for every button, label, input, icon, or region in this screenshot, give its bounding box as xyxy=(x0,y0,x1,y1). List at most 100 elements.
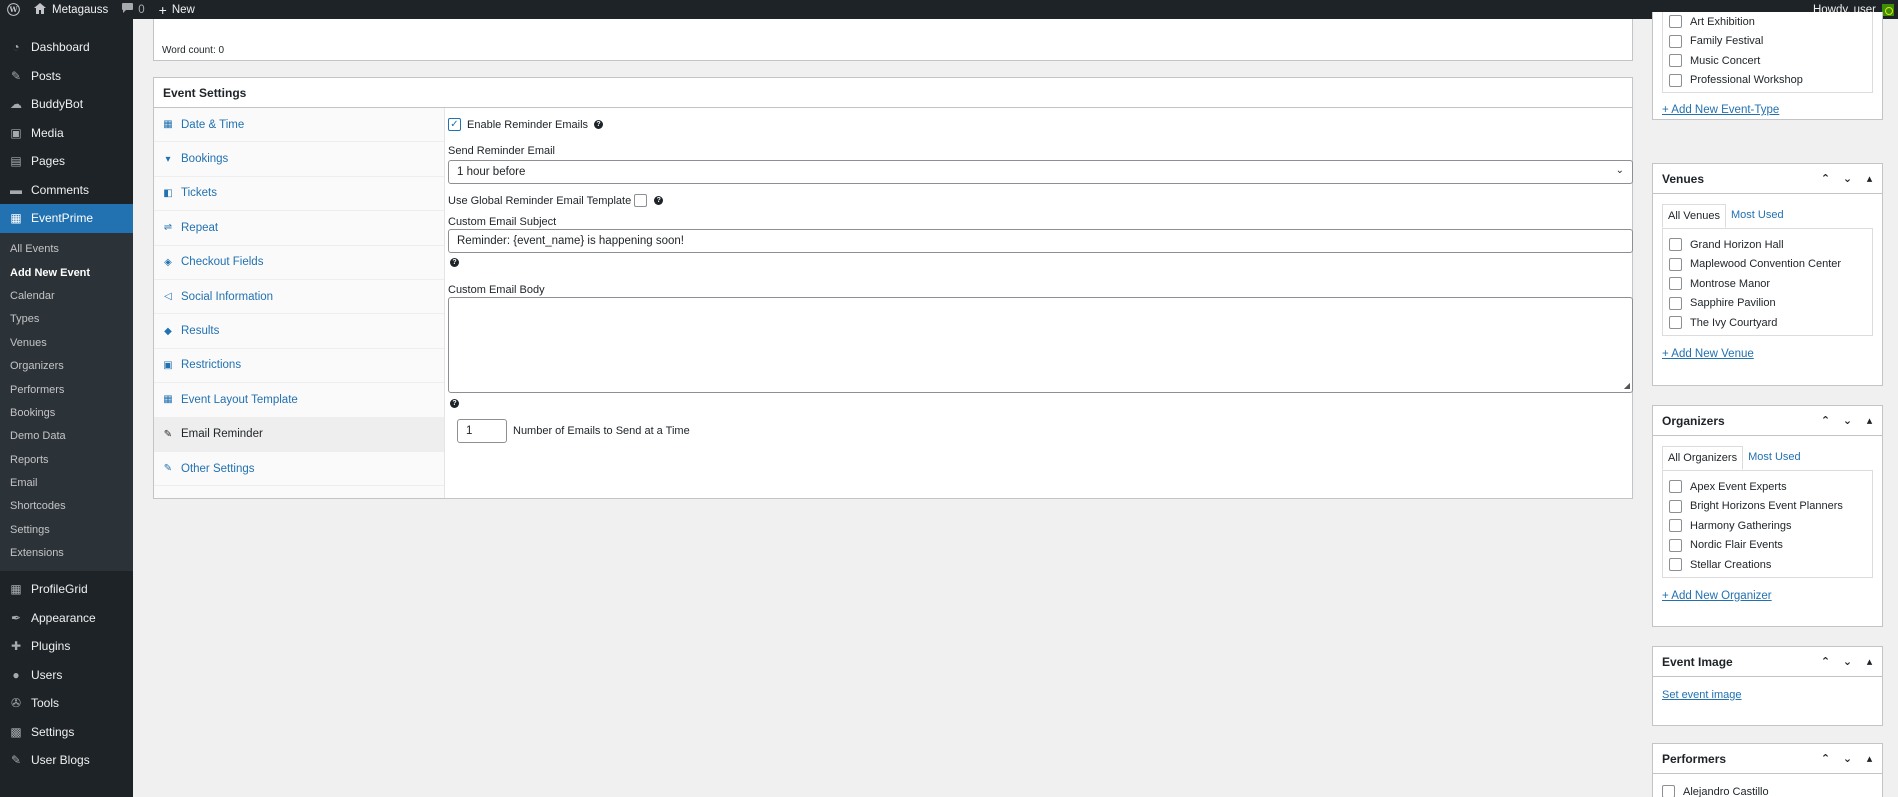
sidebar-item-plugins[interactable]: ✚ Plugins xyxy=(0,632,133,661)
sidebar-item-users[interactable]: ● Users xyxy=(0,660,133,689)
site-name-link[interactable]: Metagauss xyxy=(27,0,115,19)
emails-per-batch-input[interactable]: 1 xyxy=(457,419,507,443)
checkbox[interactable] xyxy=(1669,238,1682,252)
sidebar-item-appearance[interactable]: ✒ Appearance xyxy=(0,603,133,632)
performer-checkbox[interactable] xyxy=(1662,785,1675,797)
help-icon[interactable]: ? xyxy=(450,399,459,408)
tab-social-information[interactable]: ◁ Social Information xyxy=(154,280,444,315)
subject-input[interactable]: Reminder: {event_name} is happening soon… xyxy=(448,229,1633,253)
move-down-icon[interactable]: ⌄ xyxy=(1841,752,1854,765)
checkbox[interactable] xyxy=(1669,558,1682,572)
checkbox[interactable] xyxy=(1669,480,1682,494)
tab-other-settings[interactable]: ✎ Other Settings xyxy=(154,452,444,487)
sidebar-item-settings[interactable]: ▩ Settings xyxy=(0,717,133,746)
tab-event-layout-template[interactable]: ▦ Event Layout Template xyxy=(154,383,444,418)
submenu-item-extensions[interactable]: Extensions xyxy=(0,542,133,565)
list-item[interactable]: Art Exhibition xyxy=(1669,12,1866,32)
submenu-item-venues[interactable]: Venues xyxy=(0,331,133,354)
checkbox[interactable] xyxy=(1669,15,1682,29)
submenu-item-organizers[interactable]: Organizers xyxy=(0,354,133,377)
checkbox[interactable] xyxy=(1669,257,1682,271)
checkbox[interactable] xyxy=(1669,54,1682,68)
submenu-item-calendar[interactable]: Calendar xyxy=(0,284,133,307)
resize-grip-icon[interactable]: ◢ xyxy=(1624,381,1630,390)
sidebar-item-media[interactable]: ▣ Media xyxy=(0,119,133,148)
tab-repeat[interactable]: ⇌ Repeat xyxy=(154,211,444,246)
submenu-item-types[interactable]: Types xyxy=(0,308,133,331)
submenu-item-bookings[interactable]: Bookings xyxy=(0,401,133,424)
move-up-icon[interactable]: ⌃ xyxy=(1819,414,1832,427)
help-icon[interactable]: ? xyxy=(450,258,459,267)
sidebar-item-profilegrid[interactable]: ▦ ProfileGrid xyxy=(0,575,133,604)
list-item[interactable]: Apex Event Experts xyxy=(1669,477,1866,497)
list-item[interactable]: The Ivy Courtyard xyxy=(1669,313,1866,333)
tab-results[interactable]: ◆ Results xyxy=(154,314,444,349)
list-item[interactable]: Grand Horizon Hall xyxy=(1669,235,1866,255)
collapse-icon[interactable]: ▴ xyxy=(1863,172,1876,185)
submenu-item-shortcodes[interactable]: Shortcodes xyxy=(0,495,133,518)
sidebar-item-dashboard[interactable]: ◔ Dashboard xyxy=(0,33,133,62)
move-up-icon[interactable]: ⌃ xyxy=(1819,172,1832,185)
checkbox[interactable] xyxy=(1669,499,1682,513)
list-item[interactable]: Bright Horizons Event Planners xyxy=(1669,497,1866,517)
tab-checkout-fields[interactable]: ◈ Checkout Fields xyxy=(154,246,444,280)
tab-all-organizers[interactable]: All Organizers xyxy=(1662,446,1744,470)
checkbox[interactable] xyxy=(1669,34,1682,48)
list-item[interactable]: Nordic Flair Events xyxy=(1669,536,1866,556)
sidebar-item-comments[interactable]: ▬ Comments xyxy=(0,176,133,205)
tab-date-time[interactable]: ▦ Date & Time xyxy=(154,108,444,143)
add-venue-link[interactable]: + Add New Venue xyxy=(1662,348,1873,360)
collapse-icon[interactable]: ▴ xyxy=(1863,655,1876,668)
submenu-item-reports[interactable]: Reports xyxy=(0,448,133,471)
list-item[interactable]: Harmony Gatherings xyxy=(1669,516,1866,536)
tab-bookings[interactable]: ▾ Bookings xyxy=(154,142,444,177)
tab-email-reminder[interactable]: ✎ Email Reminder xyxy=(154,417,444,452)
move-down-icon[interactable]: ⌄ xyxy=(1841,655,1854,668)
tab-tickets[interactable]: ◧ Tickets xyxy=(154,177,444,212)
checkbox[interactable] xyxy=(1669,519,1682,533)
checkbox[interactable] xyxy=(1669,538,1682,552)
sidebar-item-posts[interactable]: ✎ Posts xyxy=(0,62,133,91)
checkbox[interactable] xyxy=(1669,277,1682,291)
performer-item[interactable]: Alejandro Castillo xyxy=(1662,782,1882,797)
comments-link[interactable]: 0 xyxy=(115,0,151,19)
help-icon[interactable]: ? xyxy=(594,120,604,129)
sidebar-item-buddybot[interactable]: ☁ BuddyBot xyxy=(0,90,133,119)
sidebar-item-tools[interactable]: ✇ Tools xyxy=(0,689,133,718)
list-item[interactable]: Sapphire Pavilion xyxy=(1669,294,1866,314)
list-item[interactable]: Family Festival xyxy=(1669,32,1866,52)
list-item[interactable]: Music Concert xyxy=(1669,51,1866,71)
list-item[interactable]: Montrose Manor xyxy=(1669,274,1866,294)
new-content-link[interactable]: + New xyxy=(152,0,202,19)
set-event-image-link[interactable]: Set event image xyxy=(1662,689,1873,701)
checkbox[interactable] xyxy=(1669,73,1682,87)
enable-reminder-checkbox[interactable]: ✓ xyxy=(448,118,461,131)
tab-restrictions[interactable]: ▣ Restrictions xyxy=(154,349,444,384)
tab-most-used-venues[interactable]: Most Used xyxy=(1726,204,1789,228)
list-item[interactable]: Stellar Creations xyxy=(1669,555,1866,575)
sidebar-item-eventprime[interactable]: ▦ EventPrime xyxy=(0,204,133,233)
body-textarea[interactable]: ◢ xyxy=(448,297,1633,393)
add-event-type-link[interactable]: + Add New Event-Type xyxy=(1662,104,1873,116)
wordpress-logo-icon[interactable]: W xyxy=(0,0,27,19)
move-up-icon[interactable]: ⌃ xyxy=(1819,655,1832,668)
sidebar-item-pages[interactable]: ▤ Pages xyxy=(0,147,133,176)
move-down-icon[interactable]: ⌄ xyxy=(1841,414,1854,427)
submenu-item-all-events[interactable]: All Events xyxy=(0,238,133,261)
sidebar-item-user-blogs[interactable]: ✎ User Blogs xyxy=(0,746,133,775)
submenu-item-add-new-event[interactable]: Add New Event xyxy=(0,261,133,284)
submenu-item-demo-data[interactable]: Demo Data xyxy=(0,425,133,448)
move-down-icon[interactable]: ⌄ xyxy=(1841,172,1854,185)
list-item[interactable]: Professional Workshop xyxy=(1669,71,1866,91)
collapse-icon[interactable]: ▴ xyxy=(1863,752,1876,765)
tab-most-used-organizers[interactable]: Most Used xyxy=(1743,446,1806,470)
send-reminder-select[interactable]: 1 hour before ⌄ xyxy=(448,160,1633,184)
submenu-item-email[interactable]: Email xyxy=(0,471,133,494)
add-organizer-link[interactable]: + Add New Organizer xyxy=(1662,590,1873,602)
help-icon[interactable]: ? xyxy=(654,196,664,205)
collapse-icon[interactable]: ▴ xyxy=(1863,414,1876,427)
list-item[interactable]: Maplewood Convention Center xyxy=(1669,255,1866,275)
global-template-checkbox[interactable] xyxy=(634,194,648,207)
submenu-item-settings[interactable]: Settings xyxy=(0,518,133,541)
submenu-item-performers[interactable]: Performers xyxy=(0,378,133,401)
